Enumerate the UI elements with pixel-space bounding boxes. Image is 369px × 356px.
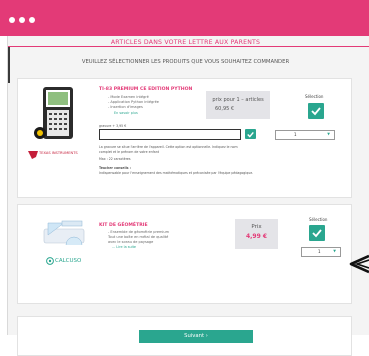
engrave-confirm-button[interactable] (245, 129, 256, 139)
checkmark-icon (312, 229, 322, 238)
engrave-input[interactable] (99, 129, 241, 140)
page-title: ARTICLES DANS VOTRE LETTRE AUX PARENTS (110, 39, 261, 46)
engrave-note: La gravure se situe l'arrière de l'appar… (99, 145, 238, 149)
teacher-label: Teacher conseils : (99, 166, 131, 170)
product-feature-3: avec le sceau de paysage (108, 240, 154, 244)
teacher-note: Indispensable pour l'enseignement des ma… (99, 171, 254, 175)
quantity-value: 1 (318, 249, 321, 254)
product-feature-1: - Ensemble de géométrie premium (108, 230, 170, 234)
price-label: Prix (251, 224, 262, 230)
engrave-note-2: complet et le prénom de votre enfant (99, 150, 159, 154)
title-divider (8, 46, 369, 47)
chevron-down-icon: ▼ (327, 132, 330, 136)
quantity-value: 1 (294, 132, 297, 137)
quantity-select[interactable]: 1 ▼ (301, 247, 341, 257)
pointer-arrow-icon (349, 254, 369, 274)
texas-instruments-logo-icon (28, 151, 38, 159)
read-more-link[interactable]: ... Lire la suite (112, 245, 136, 249)
product-card-calculator: TEXAS INSTRUMENTS TI-83 PREMIUM CE EDITI… (17, 78, 352, 198)
product-feature-2: Tout une boîte en métal de qualité (108, 235, 169, 239)
selection-label: Sélection (305, 94, 324, 99)
price-box: prix pour 1 – articles 60,95 € (206, 91, 270, 119)
brand-name: TEXAS INSTRUMENTS (39, 151, 78, 155)
price-value: 60,95 € (215, 106, 235, 112)
calculator-image (43, 87, 73, 139)
page-content: ARTICLES DANS VOTRE LETTRE AUX PARENTS V… (7, 36, 369, 356)
product-title: TI-83 PREMIUM CE EDITION PYTHON (99, 87, 193, 92)
calcuso-logo-icon (46, 257, 54, 265)
chevron-down-icon: ▼ (333, 249, 336, 253)
page-subtitle: VEUILLEZ SÉLECTIONNER LES PRODUITS QUE V… (81, 59, 290, 65)
quantity-select[interactable]: 1 ▼ (275, 130, 335, 140)
checkmark-icon (311, 107, 321, 116)
select-product-checkbox[interactable] (308, 103, 324, 119)
product-feature-3: - Insertion d'images (108, 105, 143, 109)
product-card-geometry: CALCUSO KIT DE GÉOMÉTRIE - Ensemble de g… (17, 204, 352, 304)
price-box: Prix 4,99 € (235, 219, 278, 249)
side-scroll-marker (8, 47, 10, 83)
checkmark-icon (247, 131, 254, 138)
price-label: prix pour 1 – articles (212, 97, 264, 103)
navigation-card: Suivant › (17, 316, 352, 356)
selection-label: Sélection (309, 217, 328, 222)
product-feature-2: - Application Python intégrée (108, 100, 159, 104)
select-product-checkbox[interactable] (309, 225, 325, 241)
brand-name: CALCUSO (55, 258, 82, 264)
minimize-window-dot[interactable] (19, 17, 25, 23)
python-badge-icon (34, 127, 46, 139)
product-title: KIT DE GÉOMÉTRIE (99, 223, 148, 228)
max-characters: Max : 22 caractères (99, 157, 131, 161)
close-window-dot[interactable] (9, 17, 15, 23)
geometry-kit-image (43, 220, 85, 246)
product-more-link[interactable]: En savoir plus (114, 111, 138, 115)
maximize-window-dot[interactable] (29, 17, 35, 23)
next-button[interactable]: Suivant › (139, 330, 253, 343)
price-value: 4,99 € (245, 233, 268, 240)
engrave-label: gravure + 3,95 € (99, 124, 127, 128)
product-feature-1: - Mode Examen intégré (108, 95, 149, 99)
window-titlebar (0, 0, 369, 36)
